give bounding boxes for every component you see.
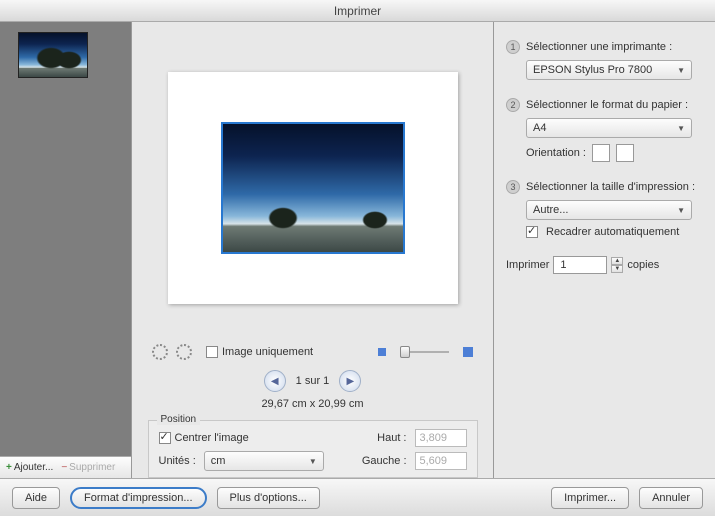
position-legend: Position [157, 414, 201, 425]
position-panel: Position Centrer l'image Haut : 3,809 Un… [148, 420, 478, 478]
remove-image-button: −Supprimer [61, 462, 115, 473]
page-setup-button[interactable]: Format d'impression... [70, 487, 206, 509]
step-size: 3Sélectionner la taille d'impression : A… [506, 180, 703, 238]
chevron-down-icon: ▼ [309, 457, 317, 466]
print-size-select[interactable]: Autre...▼ [526, 200, 692, 220]
main-content: +Ajouter... −Supprimer Image uniquement … [0, 22, 715, 478]
zoom-controls: Image uniquement [132, 344, 493, 360]
pager-controls: ◀ 1 sur 1 ▶ [264, 370, 362, 392]
thumbnail-list [0, 22, 131, 456]
photo-preview[interactable] [221, 122, 405, 254]
chevron-up-icon: ▲ [611, 257, 623, 265]
footer: Aide Format d'impression... Plus d'optio… [0, 478, 715, 516]
left-input[interactable]: 5,609 [415, 452, 467, 470]
checkbox-icon [526, 226, 538, 238]
units-label: Unités : [159, 455, 196, 467]
chevron-down-icon: ▼ [611, 265, 623, 273]
pager-label: 1 sur 1 [296, 375, 330, 387]
preview-panel: Image uniquement ◀ 1 sur 1 ▶ 29,67 cm x … [132, 22, 494, 478]
sidebar: +Ajouter... −Supprimer [0, 22, 132, 478]
slider-thumb-icon[interactable] [400, 346, 410, 358]
next-page-button[interactable]: ▶ [339, 370, 361, 392]
chevron-down-icon: ▼ [677, 124, 685, 133]
settings-panel: 1Sélectionner une imprimante : EPSON Sty… [494, 22, 715, 478]
rotate-cw-icon[interactable] [176, 344, 192, 360]
recrop-checkbox[interactable]: Recadrer automatiquement [526, 226, 703, 238]
orientation-row: Orientation : [526, 144, 703, 162]
checkbox-icon [206, 346, 218, 358]
print-button[interactable]: Imprimer... [551, 487, 629, 509]
window-title: Imprimer [0, 0, 715, 22]
zoom-out-icon[interactable] [378, 348, 386, 356]
left-label: Gauche : [362, 455, 407, 467]
step-printer: 1Sélectionner une imprimante : EPSON Sty… [506, 40, 703, 80]
help-button[interactable]: Aide [12, 487, 60, 509]
copies-row: Imprimer 1 ▲▼ copies [506, 256, 703, 274]
copies-stepper[interactable]: ▲▼ [611, 257, 623, 273]
paper-select[interactable]: A4▼ [526, 118, 692, 138]
orientation-landscape-button[interactable] [616, 144, 634, 162]
page-preview [168, 72, 458, 304]
sidebar-footer: +Ajouter... −Supprimer [0, 456, 131, 478]
printer-select[interactable]: EPSON Stylus Pro 7800▼ [526, 60, 692, 80]
chevron-down-icon: ▼ [677, 206, 685, 215]
orientation-portrait-button[interactable] [592, 144, 610, 162]
chevron-down-icon: ▼ [677, 66, 685, 75]
step-paper: 2Sélectionner le format du papier : A4▼ … [506, 98, 703, 162]
center-image-checkbox[interactable]: Centrer l'image [159, 432, 249, 444]
more-options-button[interactable]: Plus d'options... [217, 487, 320, 509]
rotate-ccw-icon[interactable] [152, 344, 168, 360]
dimensions-label: 29,67 cm x 20,99 cm [261, 398, 363, 410]
top-input[interactable]: 3,809 [415, 429, 467, 447]
zoom-in-icon[interactable] [463, 347, 473, 357]
add-image-button[interactable]: +Ajouter... [6, 462, 53, 473]
checkbox-icon [159, 432, 171, 444]
zoom-slider[interactable] [400, 351, 449, 353]
units-select[interactable]: cm▼ [204, 451, 324, 471]
cancel-button[interactable]: Annuler [639, 487, 703, 509]
copies-input[interactable]: 1 [553, 256, 607, 274]
thumbnail-item[interactable] [18, 32, 88, 78]
top-label: Haut : [377, 432, 406, 444]
image-only-checkbox[interactable]: Image uniquement [206, 346, 313, 358]
minus-icon: − [61, 462, 67, 473]
step-2-badge: 2 [506, 98, 520, 112]
step-1-badge: 1 [506, 40, 520, 54]
plus-icon: + [6, 462, 12, 473]
prev-page-button[interactable]: ◀ [264, 370, 286, 392]
step-3-badge: 3 [506, 180, 520, 194]
